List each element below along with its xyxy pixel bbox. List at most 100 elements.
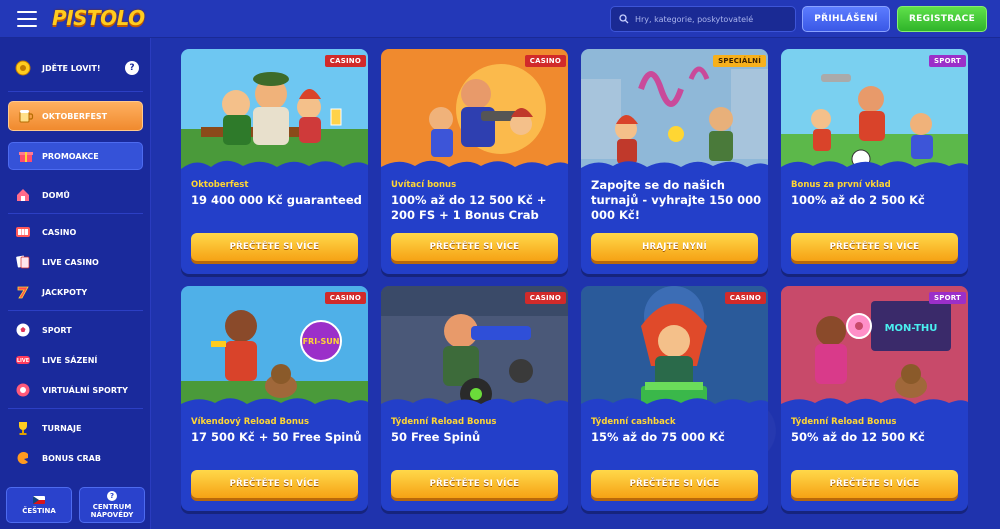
help-center-label-2: NÁPOVĚDY bbox=[90, 511, 134, 519]
category-badge: CASINO bbox=[524, 55, 566, 67]
read-more-button[interactable]: PŘEČTĚTE SI VÍCE bbox=[391, 470, 558, 498]
live-icon: LIVE bbox=[14, 351, 32, 369]
promo-card[interactable]: FRI-SUN CASINO Víkendový Reload Bonus 17… bbox=[181, 286, 368, 511]
sidebar-item-label: CASINO bbox=[42, 227, 77, 237]
sidebar-item-label: OKTOBERFEST bbox=[42, 111, 108, 121]
sidebar-item-live-betting[interactable]: LIVE LIVE SÁZENÍ bbox=[14, 350, 144, 370]
promo-headline: 100% až do 2 500 Kč bbox=[791, 193, 925, 207]
sidebar-item-home[interactable]: DOMŮ bbox=[14, 185, 144, 205]
trophy-icon bbox=[14, 419, 32, 437]
promo-card[interactable]: MON-THU SPORT Týdenní Reload Bonus 50% a… bbox=[781, 286, 968, 511]
help-center-button[interactable]: ? CENTRUM NÁPOVĚDY bbox=[79, 487, 145, 523]
promo-subtitle: Víkendový Reload Bonus bbox=[191, 417, 310, 427]
category-badge: CASINO bbox=[324, 292, 366, 304]
promotions-grid: CASINO Oktoberfest 19 400 000 Kč guarant… bbox=[151, 38, 1000, 529]
search-box[interactable] bbox=[610, 6, 796, 32]
sidebar-item-label: LIVE SÁZENÍ bbox=[42, 355, 98, 365]
promo-headline: 17 500 Kč + 50 Free Spinů bbox=[191, 430, 362, 444]
read-more-button[interactable]: PŘEČTĚTE SI VÍCE bbox=[791, 233, 958, 261]
language-label: ČEŠTINA bbox=[22, 506, 56, 515]
divider bbox=[8, 91, 143, 92]
help-center-label-1: CENTRUM bbox=[92, 503, 132, 511]
sidebar-item-tournaments[interactable]: TURNAJE bbox=[14, 418, 144, 438]
fri-sun-sign: FRI-SUN bbox=[303, 337, 340, 346]
sidebar-item-sport[interactable]: SPORT bbox=[14, 320, 144, 340]
top-header: PISTOLO PŘIHLÁŠENÍ REGISTRACE bbox=[0, 0, 1000, 38]
slot-machine-icon bbox=[14, 223, 32, 241]
category-badge: CASINO bbox=[324, 55, 366, 67]
promo-subtitle: Oktoberfest bbox=[191, 180, 249, 190]
sidebar-item-label: BONUS CRAB bbox=[42, 453, 101, 463]
promo-headline: Zapojte se do našich turnajů - vyhrajte … bbox=[591, 178, 762, 222]
promo-card[interactable]: CASINO Uvítací bonus 100% až do 12 500 K… bbox=[381, 49, 568, 274]
hunt-link[interactable]: JDĚTE LOVIT! ? bbox=[14, 58, 139, 78]
football-icon bbox=[14, 321, 32, 339]
promo-subtitle: Týdenní Reload Bonus bbox=[791, 417, 897, 427]
register-button[interactable]: REGISTRACE bbox=[897, 6, 987, 32]
target-icon bbox=[15, 60, 31, 76]
crab-claw-icon bbox=[14, 449, 32, 467]
czech-flag-icon bbox=[33, 495, 45, 504]
sidebar: JDĚTE LOVIT! ? OKTOBERFEST PROMOAKCE DOM… bbox=[0, 38, 151, 529]
sidebar-item-label: DOMŮ bbox=[42, 190, 70, 200]
sidebar-item-label: SPORT bbox=[42, 325, 72, 335]
promo-subtitle: Uvítací bonus bbox=[391, 180, 457, 190]
promo-headline: 50 Free Spinů bbox=[391, 430, 481, 444]
sidebar-item-bonus-crab[interactable]: BONUS CRAB bbox=[14, 448, 144, 468]
category-badge: CASINO bbox=[724, 292, 766, 304]
menu-icon[interactable] bbox=[17, 11, 37, 27]
sidebar-item-jackpots[interactable]: JACKPOTY bbox=[14, 282, 144, 302]
gift-icon bbox=[17, 147, 35, 165]
cards-icon bbox=[14, 253, 32, 271]
promo-headline: 100% až do 12 500 Kč + 200 FS + 1 Bonus … bbox=[391, 193, 547, 222]
question-icon: ? bbox=[107, 491, 117, 501]
sidebar-item-casino[interactable]: CASINO bbox=[14, 222, 144, 242]
promo-card[interactable]: SPORT Bonus za první vklad 100% až do 2 … bbox=[781, 49, 968, 274]
category-badge: SPECIÁLNÍ bbox=[713, 55, 766, 67]
sidebar-item-promotions[interactable]: PROMOAKCE bbox=[8, 142, 143, 170]
sidebar-item-oktoberfest[interactable]: OKTOBERFEST bbox=[8, 101, 143, 131]
category-badge: CASINO bbox=[524, 292, 566, 304]
category-badge: SPORT bbox=[929, 292, 966, 304]
virtual-sports-icon bbox=[14, 381, 32, 399]
hunt-label: JDĚTE LOVIT! bbox=[42, 63, 101, 73]
promo-headline: 15% až do 75 000 Kč bbox=[591, 430, 725, 444]
divider bbox=[8, 310, 143, 311]
read-more-button[interactable]: PŘEČTĚTE SI VÍCE bbox=[791, 470, 958, 498]
divider bbox=[8, 408, 143, 409]
promo-card[interactable]: SPECIÁLNÍ Zapojte se do našich turnajů -… bbox=[581, 49, 768, 274]
read-more-button[interactable]: PŘEČTĚTE SI VÍCE bbox=[391, 233, 558, 261]
promo-subtitle: Bonus za první vklad bbox=[791, 180, 891, 190]
language-button[interactable]: ČEŠTINA bbox=[6, 487, 72, 523]
read-more-button[interactable]: PŘEČTĚTE SI VÍCE bbox=[191, 470, 358, 498]
divider bbox=[8, 213, 143, 214]
seven-icon bbox=[14, 283, 32, 301]
site-logo[interactable]: PISTOLO bbox=[52, 6, 145, 32]
promo-headline: 19 400 000 Kč guaranteed bbox=[191, 193, 362, 207]
search-input[interactable] bbox=[635, 14, 785, 24]
sidebar-item-label: PROMOAKCE bbox=[42, 151, 99, 161]
sidebar-item-label: LIVE CASINO bbox=[42, 257, 99, 267]
home-icon bbox=[14, 186, 32, 204]
login-button[interactable]: PŘIHLÁŠENÍ bbox=[802, 6, 890, 32]
play-now-button[interactable]: HRAJTE NYNÍ bbox=[591, 233, 758, 261]
sidebar-item-virtual-sports[interactable]: VIRTUÁLNÍ SPORTY bbox=[14, 380, 144, 400]
sidebar-item-live-casino[interactable]: LIVE CASINO bbox=[14, 252, 144, 272]
svg-text:LIVE: LIVE bbox=[17, 358, 30, 364]
read-more-button[interactable]: PŘEČTĚTE SI VÍCE bbox=[191, 233, 358, 261]
promo-headline: 50% až do 12 500 Kč bbox=[791, 430, 925, 444]
search-icon bbox=[619, 14, 629, 24]
sidebar-item-label: VIRTUÁLNÍ SPORTY bbox=[42, 385, 128, 395]
beer-mug-icon bbox=[17, 107, 35, 125]
promo-subtitle: Týdenní Reload Bonus bbox=[391, 417, 497, 427]
sidebar-item-label: TURNAJE bbox=[42, 423, 82, 433]
promo-card[interactable]: CASINO Oktoberfest 19 400 000 Kč guarant… bbox=[181, 49, 368, 274]
read-more-button[interactable]: PŘEČTĚTE SI VÍCE bbox=[591, 470, 758, 498]
mon-thu-sign: MON-THU bbox=[885, 323, 938, 334]
category-badge: SPORT bbox=[929, 55, 966, 67]
promo-card[interactable]: MON-THU CASINO Týdenní Reload Bonus 50 F… bbox=[381, 286, 568, 511]
promo-card[interactable]: CASINO Týdenní cashback 15% až do 75 000… bbox=[581, 286, 768, 511]
promo-subtitle: Týdenní cashback bbox=[591, 417, 676, 427]
help-icon[interactable]: ? bbox=[125, 61, 139, 75]
sidebar-item-label: JACKPOTY bbox=[42, 287, 88, 297]
